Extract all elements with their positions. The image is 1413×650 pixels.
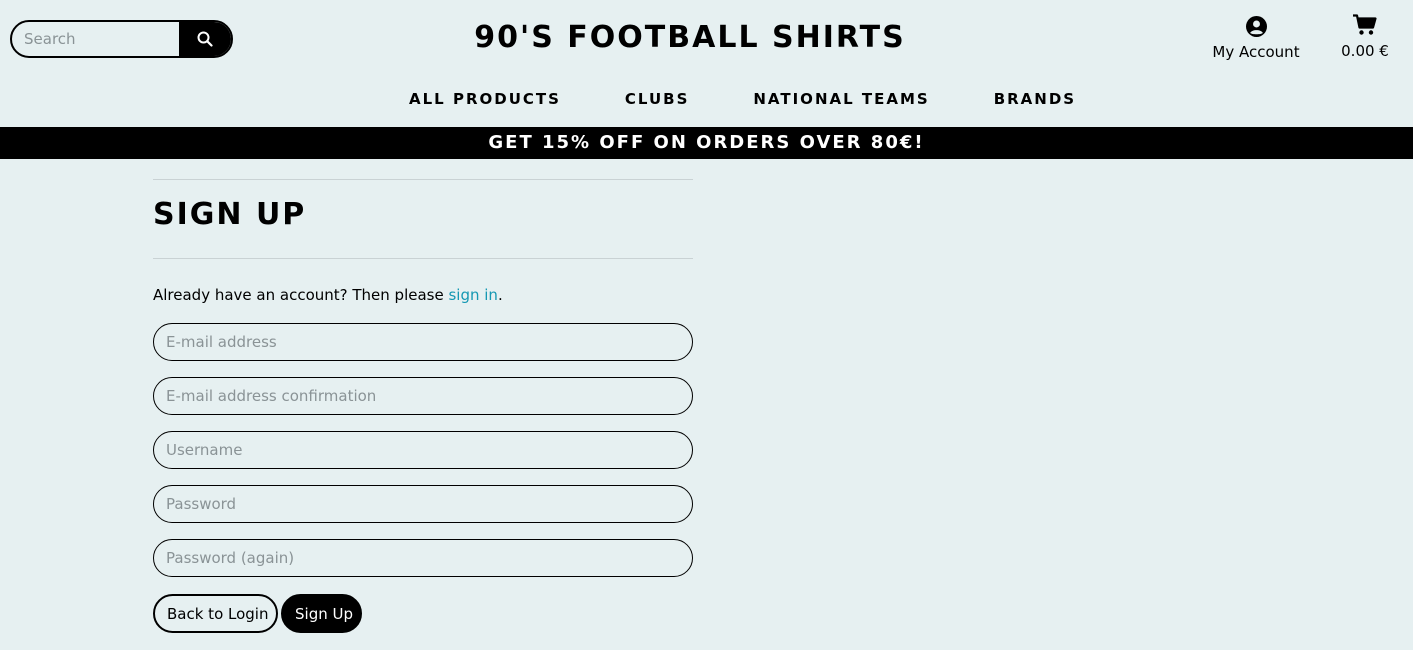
email-field[interactable] bbox=[153, 323, 693, 361]
cart-total: 0.00 € bbox=[1341, 42, 1389, 60]
divider bbox=[153, 179, 693, 180]
nav-item-all-products[interactable]: ALL PRODUCTS bbox=[409, 90, 561, 108]
site-title-text: 90'S FOOTBALL SHIRTS bbox=[474, 20, 906, 55]
user-circle-icon bbox=[1245, 16, 1267, 37]
divider bbox=[153, 258, 693, 259]
password-again-field[interactable] bbox=[153, 539, 693, 577]
cart-link[interactable]: 0.00 € bbox=[1332, 14, 1398, 60]
email-confirmation-field[interactable] bbox=[153, 377, 693, 415]
already-have-account-text: Already have an account? Then please sig… bbox=[153, 286, 503, 304]
nav-item-brands[interactable]: BRANDS bbox=[994, 90, 1076, 108]
sign-in-link[interactable]: sign in bbox=[448, 286, 497, 304]
nav-item-national-teams[interactable]: NATIONAL TEAMS bbox=[753, 90, 929, 108]
my-account-label: My Account bbox=[1212, 43, 1300, 61]
back-to-login-button[interactable]: Back to Login bbox=[153, 594, 278, 633]
already-suffix: . bbox=[497, 286, 503, 304]
already-prefix: Already have an account? Then please bbox=[153, 286, 449, 304]
page-title: SIGN UP bbox=[153, 197, 307, 232]
sign-up-button[interactable]: Sign Up bbox=[281, 594, 362, 633]
username-field[interactable] bbox=[153, 431, 693, 469]
my-account-link[interactable]: My Account bbox=[1206, 16, 1306, 61]
cart-icon bbox=[1353, 14, 1377, 35]
promo-text: GET 15% OFF ON ORDERS OVER 80€! bbox=[488, 132, 925, 153]
password-field[interactable] bbox=[153, 485, 693, 523]
site-title[interactable]: 90'S FOOTBALL SHIRTS bbox=[0, 20, 1380, 55]
promo-banner: GET 15% OFF ON ORDERS OVER 80€! bbox=[0, 127, 1413, 159]
main-nav: ALL PRODUCTS CLUBS NATIONAL TEAMS BRANDS bbox=[0, 90, 1413, 110]
nav-item-clubs[interactable]: CLUBS bbox=[625, 90, 689, 108]
site-header: 90'S FOOTBALL SHIRTS My Account 0.00 € A… bbox=[0, 0, 1413, 127]
